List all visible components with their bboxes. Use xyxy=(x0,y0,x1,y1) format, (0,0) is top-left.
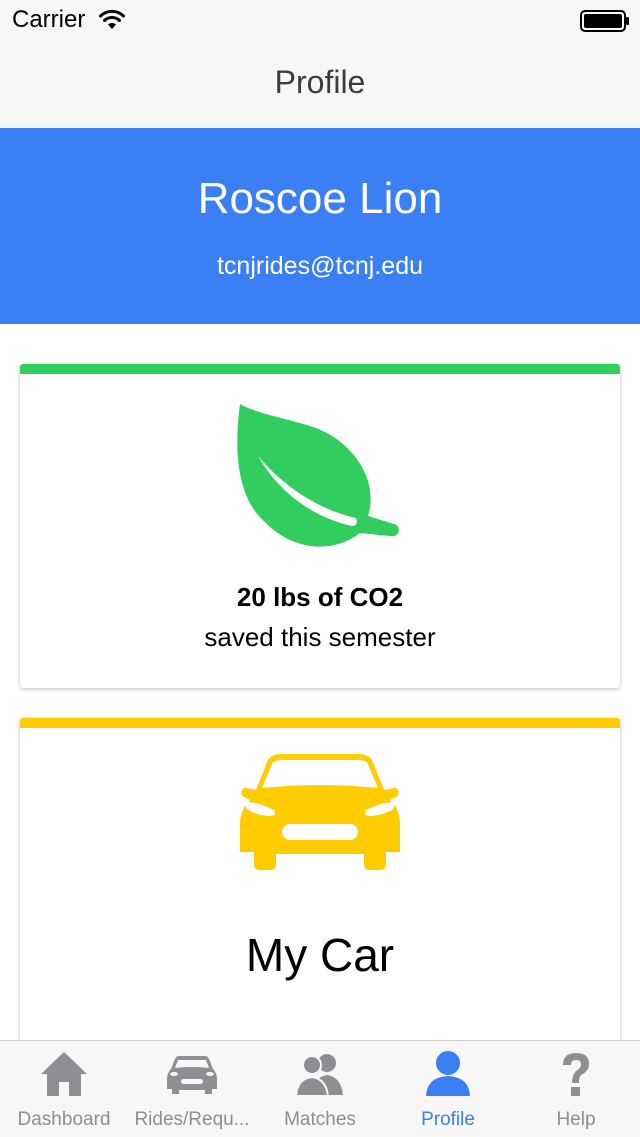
tab-label: Rides/Requ... xyxy=(134,1109,250,1130)
battery-icon xyxy=(580,10,629,32)
profile-header: Roscoe Lion tcnjrides@tcnj.edu xyxy=(0,128,640,324)
tab-matches[interactable]: Matches xyxy=(256,1041,384,1137)
carrier-label: Carrier xyxy=(12,6,86,33)
page-title: Profile xyxy=(274,64,366,100)
co2-caption: saved this semester xyxy=(204,622,436,652)
tab-rides-requests[interactable]: Rides/Requ... xyxy=(128,1041,256,1137)
car-icon xyxy=(167,1056,217,1094)
navigation-bar: Profile xyxy=(0,40,640,129)
status-bar: Carrier xyxy=(0,0,640,40)
tab-label: Help xyxy=(556,1109,596,1130)
users-icon xyxy=(295,1054,343,1097)
wifi-icon xyxy=(99,9,125,29)
tab-dashboard[interactable]: Dashboard xyxy=(0,1041,128,1137)
co2-amount: 20 lbs of CO2 xyxy=(236,582,404,612)
profile-email: tcnjrides@tcnj.edu xyxy=(216,252,424,280)
car-icon xyxy=(240,754,400,870)
home-icon xyxy=(41,1052,87,1096)
my-car-card[interactable]: My Car xyxy=(20,718,620,1068)
tab-bar: Dashboard Rides/Requ... Matches Profile xyxy=(0,1040,640,1137)
tab-label: Matches xyxy=(284,1109,356,1130)
tab-profile[interactable]: Profile xyxy=(384,1041,512,1137)
leaf-icon xyxy=(237,404,399,547)
tab-label: Dashboard xyxy=(17,1109,111,1130)
user-icon xyxy=(426,1051,470,1096)
tab-label: Profile xyxy=(421,1109,475,1130)
my-car-title: My Car xyxy=(245,929,395,981)
profile-name: Roscoe Lion xyxy=(197,174,443,223)
co2-savings-card: 20 lbs of CO2 saved this semester xyxy=(20,364,620,688)
question-icon xyxy=(563,1053,589,1096)
tab-help[interactable]: Help xyxy=(512,1041,640,1137)
